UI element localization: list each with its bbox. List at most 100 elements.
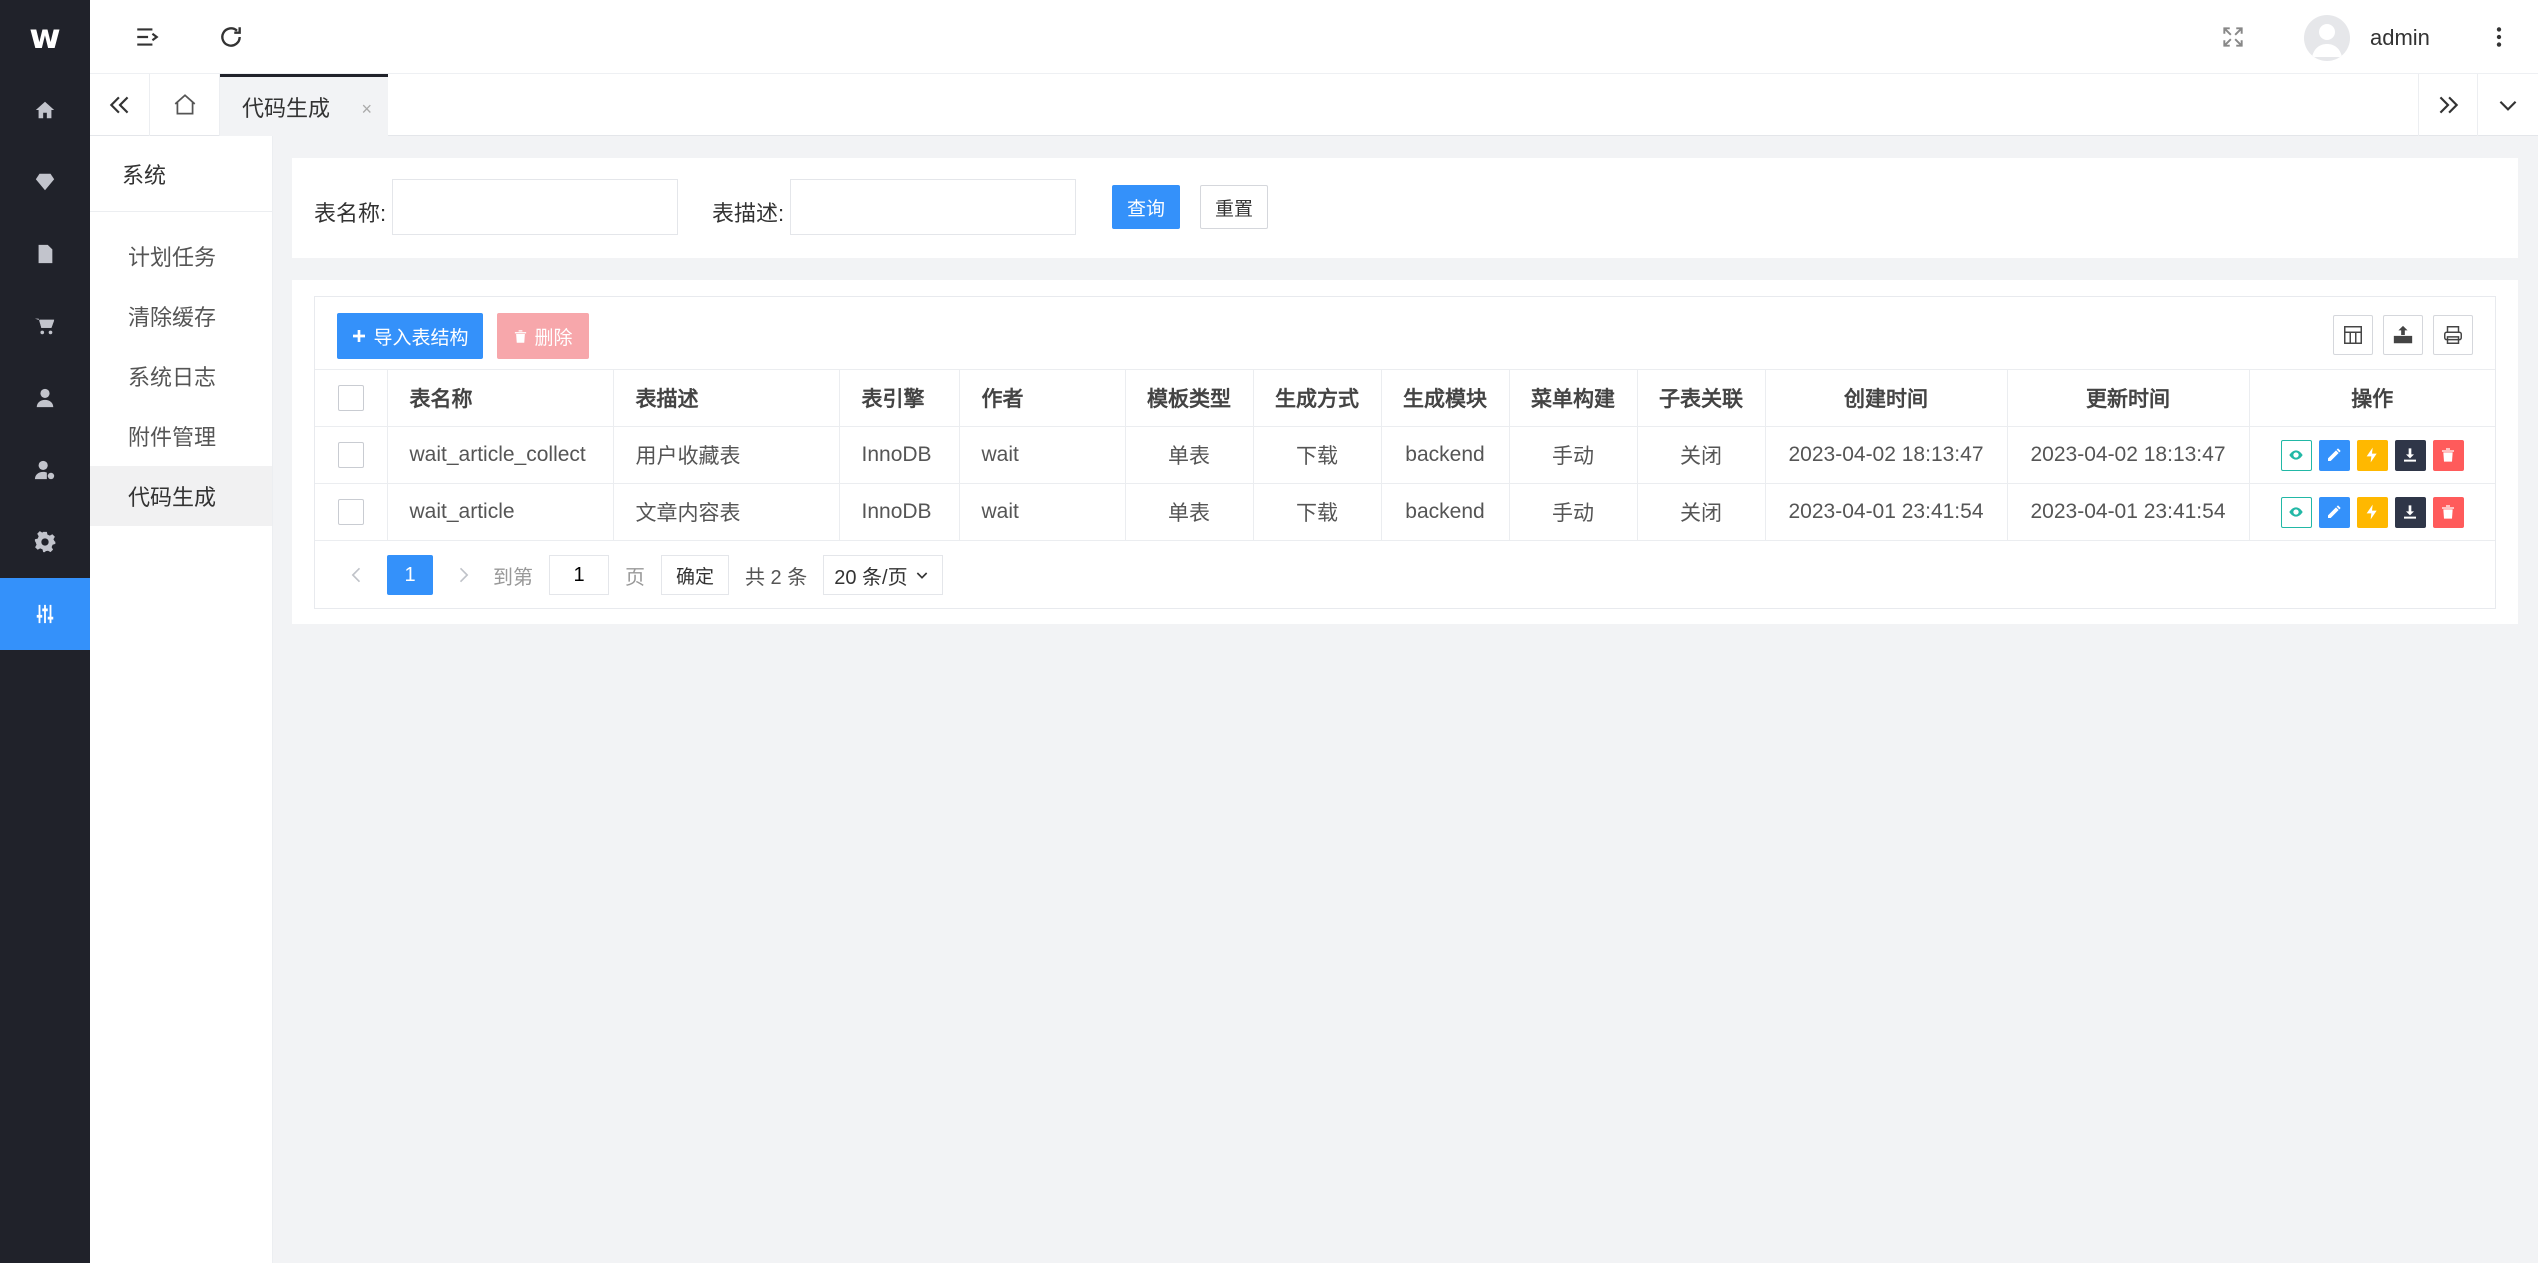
col-header[interactable]: 模板类型 xyxy=(1124,369,1254,427)
submenu-item-attachments[interactable]: 附件管理 xyxy=(90,406,272,466)
export-icon[interactable] xyxy=(2383,315,2423,355)
cell-actions xyxy=(2248,483,2495,541)
cell-gen-method: 下载 xyxy=(1252,426,1382,484)
cart-icon[interactable] xyxy=(0,290,90,362)
home-tab-icon[interactable] xyxy=(150,74,220,136)
col-header[interactable]: 生成模块 xyxy=(1380,369,1510,427)
scroll-left-icon[interactable] xyxy=(90,74,150,136)
row-checkbox-cell xyxy=(315,483,388,541)
cell-gen-module: backend xyxy=(1380,483,1510,541)
table-desc-input[interactable] xyxy=(790,179,1076,235)
diamond-icon[interactable] xyxy=(0,146,90,218)
goto-page-input[interactable] xyxy=(549,555,609,595)
gear-icon[interactable] xyxy=(0,506,90,578)
table-name-input[interactable] xyxy=(392,179,678,235)
submenu-item-scheduled-tasks[interactable]: 计划任务 xyxy=(90,226,272,286)
col-header[interactable]: 表引擎 xyxy=(838,369,960,427)
tab-code-generation[interactable]: 代码生成 × xyxy=(220,74,388,136)
goto-confirm-button[interactable]: 确定 xyxy=(661,555,729,595)
submenu-item-code-generation[interactable]: 代码生成 xyxy=(90,466,272,526)
edit-icon[interactable] xyxy=(2318,439,2350,471)
submenu-item-clear-cache[interactable]: 清除缓存 xyxy=(90,286,272,346)
sliders-icon[interactable] xyxy=(0,578,90,650)
cell-author: wait xyxy=(958,426,1126,484)
cell-author: wait xyxy=(958,483,1126,541)
edit-icon[interactable] xyxy=(2318,496,2350,528)
page-unit-label: 页 xyxy=(625,566,645,589)
col-header[interactable]: 作者 xyxy=(958,369,1126,427)
trash-icon[interactable] xyxy=(2432,439,2464,471)
col-header[interactable]: 子表关联 xyxy=(1636,369,1766,427)
table-row[interactable]: wait_article 文章内容表 InnoDB wait 单表 下载 bac… xyxy=(315,483,2495,541)
submenu-title: 系统 xyxy=(90,136,272,212)
row-checkbox[interactable] xyxy=(337,442,364,468)
select-all-checkbox-cell xyxy=(315,369,388,427)
refresh-icon[interactable] xyxy=(214,20,248,54)
cell-created: 2023-04-01 23:41:54 xyxy=(1764,483,2008,541)
chevron-left-icon[interactable] xyxy=(337,555,377,595)
table-name-label: 表名称: xyxy=(314,201,387,226)
app-logo[interactable]: w xyxy=(0,0,90,74)
table-row[interactable]: wait_article_collect 用户收藏表 InnoDB wait 单… xyxy=(315,426,2495,484)
view-icon[interactable] xyxy=(2280,496,2312,528)
chevron-right-icon[interactable] xyxy=(443,555,483,595)
submenu-item-system-log[interactable]: 系统日志 xyxy=(90,346,272,406)
print-icon[interactable] xyxy=(2433,315,2473,355)
cell-template-type: 单表 xyxy=(1124,426,1254,484)
table-panel: 导入表结构 删除 表名称 表描述 表引擎 作者 模板类型 生成方式 生成模块 菜… xyxy=(314,296,2496,609)
avatar[interactable] xyxy=(2304,15,2350,61)
col-header[interactable]: 更新时间 xyxy=(2006,369,2250,427)
col-header[interactable]: 创建时间 xyxy=(1764,369,2008,427)
cell-gen-module: backend xyxy=(1380,426,1510,484)
lightning-icon[interactable] xyxy=(2356,496,2388,528)
import-table-button[interactable]: 导入表结构 xyxy=(337,313,483,359)
col-header[interactable]: 表描述 xyxy=(612,369,840,427)
col-header[interactable]: 菜单构建 xyxy=(1508,369,1638,427)
user-settings-icon[interactable] xyxy=(0,434,90,506)
view-icon[interactable] xyxy=(2280,439,2312,471)
search-form: 表名称: 表描述: 查询 重置 xyxy=(292,158,2518,258)
menu-toggle-icon[interactable] xyxy=(130,20,164,54)
trash-icon[interactable] xyxy=(2432,496,2464,528)
table-header-row: 表名称 表描述 表引擎 作者 模板类型 生成方式 生成模块 菜单构建 子表关联 … xyxy=(315,369,2495,427)
cell-table-desc: 文章内容表 xyxy=(612,483,840,541)
row-checkbox-cell xyxy=(315,426,388,484)
top-header: admin xyxy=(90,0,2538,74)
fullscreen-icon[interactable] xyxy=(2216,20,2250,54)
cell-menu-build: 手动 xyxy=(1508,483,1638,541)
download-icon[interactable] xyxy=(2394,496,2426,528)
download-icon[interactable] xyxy=(2394,439,2426,471)
select-all-checkbox[interactable] xyxy=(337,385,364,411)
user-icon[interactable] xyxy=(0,362,90,434)
cell-table-desc: 用户收藏表 xyxy=(612,426,840,484)
cell-gen-method: 下载 xyxy=(1252,483,1382,541)
pagination: 1 到第 页 确定 共 2 条 20 条/页 xyxy=(337,555,944,595)
scroll-right-icon[interactable] xyxy=(2418,74,2478,136)
sub-menu: 系统 计划任务 清除缓存 系统日志 附件管理 代码生成 xyxy=(90,136,273,1263)
chevron-down-icon[interactable] xyxy=(2478,74,2538,136)
col-header[interactable]: 生成方式 xyxy=(1252,369,1382,427)
cell-table-name: wait_article_collect xyxy=(386,426,614,484)
delete-button[interactable]: 删除 xyxy=(497,313,589,359)
cell-table-name: wait_article xyxy=(386,483,614,541)
cell-engine: InnoDB xyxy=(838,483,960,541)
query-button[interactable]: 查询 xyxy=(1112,185,1180,229)
document-icon[interactable] xyxy=(0,218,90,290)
columns-icon[interactable] xyxy=(2333,315,2373,355)
page-number-current[interactable]: 1 xyxy=(387,555,433,595)
goto-label: 到第 xyxy=(493,566,533,589)
left-nav-rail: w xyxy=(0,0,90,1263)
lightning-icon[interactable] xyxy=(2356,439,2388,471)
page-size-select[interactable]: 20 条/页 xyxy=(823,555,944,595)
code-gen-table: 表名称 表描述 表引擎 作者 模板类型 生成方式 生成模块 菜单构建 子表关联 … xyxy=(315,369,2495,541)
home-icon[interactable] xyxy=(0,74,90,146)
cell-updated: 2023-04-02 18:13:47 xyxy=(2006,426,2250,484)
user-name[interactable]: admin xyxy=(2370,25,2430,51)
row-checkbox[interactable] xyxy=(337,499,364,525)
close-icon[interactable]: × xyxy=(361,99,372,120)
more-icon[interactable] xyxy=(2482,20,2516,54)
col-header[interactable]: 表名称 xyxy=(386,369,614,427)
total-count: 共 2 条 xyxy=(745,566,808,589)
cell-sub-table: 关闭 xyxy=(1636,483,1766,541)
reset-button[interactable]: 重置 xyxy=(1200,185,1268,229)
